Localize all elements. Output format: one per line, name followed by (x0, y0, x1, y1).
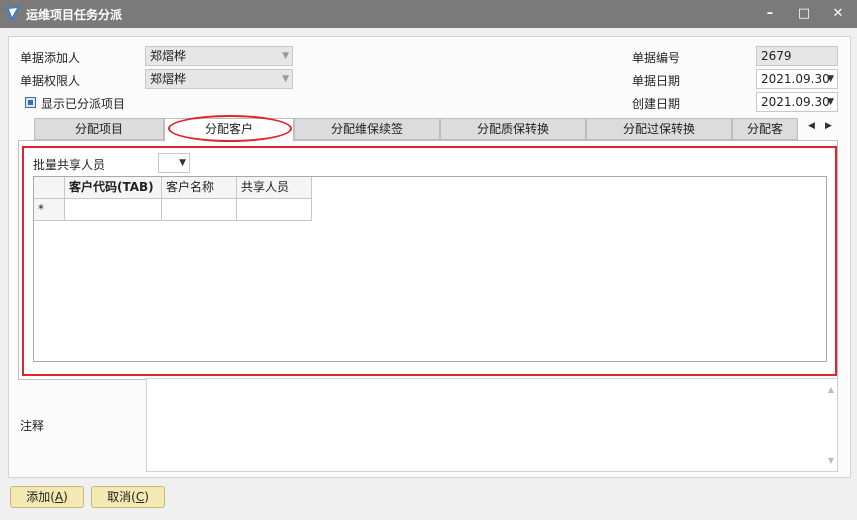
active-tab-highlight-ellipse (168, 115, 292, 142)
tab-assign-project[interactable]: 分配项目 (34, 118, 164, 140)
creator-value: 郑熠桦 (150, 49, 187, 63)
panel-highlight-box (22, 146, 837, 376)
creator-field: 郑熠桦 ▼ (145, 46, 293, 66)
creator-label: 单据添加人 (20, 51, 81, 65)
doc-date-picker[interactable]: 2021.09.30 ▼ (756, 69, 838, 89)
tab-assign-more[interactable]: 分配客 (732, 118, 798, 140)
owner-value: 郑熠桦 (150, 72, 187, 86)
close-icon[interactable]: ✕ (828, 4, 848, 24)
cancel-button[interactable]: 取消(C) (91, 486, 165, 508)
maximize-icon[interactable]: □ (794, 4, 814, 24)
title-bar: 运维项目任务分派 – □ ✕ (0, 0, 857, 28)
doc-date-label: 单据日期 (632, 74, 681, 88)
created-date-label: 创建日期 (632, 97, 681, 111)
scroll-down-icon[interactable]: ▼ (828, 456, 834, 465)
chevron-down-icon: ▼ (282, 74, 289, 84)
notes-label: 注释 (20, 419, 45, 433)
add-button[interactable]: 添加(A) (10, 486, 84, 508)
show-assigned-label[interactable]: 显示已分派项目 (41, 95, 125, 112)
created-date-value: 2021.09.30 (761, 95, 830, 109)
add-button-label: 添加 (26, 490, 51, 504)
tab-assign-renewal[interactable]: 分配维保续签 (294, 118, 440, 140)
tab-assign-warranty-conversion[interactable]: 分配质保转换 (440, 118, 586, 140)
tab-scroll-right-icon[interactable]: ▶ (825, 121, 832, 131)
chevron-down-icon: ▼ (282, 51, 289, 61)
chevron-down-icon[interactable]: ▼ (827, 93, 834, 111)
doc-no-field: 2679 (756, 46, 838, 66)
doc-date-value: 2021.09.30 (761, 72, 830, 86)
window-title: 运维项目任务分派 (26, 8, 123, 22)
owner-field: 郑熠桦 ▼ (145, 69, 293, 89)
owner-label: 单据权限人 (20, 74, 81, 88)
doc-no-value: 2679 (761, 49, 792, 63)
chevron-down-icon[interactable]: ▼ (827, 70, 834, 88)
created-date-picker[interactable]: 2021.09.30 ▼ (756, 92, 838, 112)
tab-assign-expired-conversion[interactable]: 分配过保转换 (586, 118, 732, 140)
cancel-button-label: 取消 (107, 490, 132, 504)
add-button-hotkey: A (54, 490, 64, 504)
app-logo-icon (6, 6, 20, 22)
doc-no-label: 单据编号 (632, 51, 681, 65)
cancel-button-hotkey: C (135, 490, 145, 504)
show-assigned-checkbox[interactable] (25, 97, 36, 108)
notes-textarea[interactable]: ▲ ▼ (146, 378, 838, 472)
tab-scroll-left-icon[interactable]: ◀ (808, 121, 815, 131)
scroll-up-icon[interactable]: ▲ (828, 385, 834, 394)
minimize-icon[interactable]: – (760, 4, 780, 24)
